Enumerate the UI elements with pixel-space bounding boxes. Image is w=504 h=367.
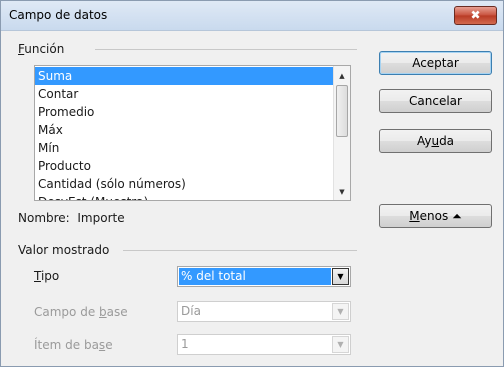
- function-listbox[interactable]: Suma Contar Promedio Máx Mín Producto Ca…: [34, 65, 351, 201]
- scroll-down-icon[interactable]: ▼: [334, 184, 350, 200]
- base-item-label: Ítem de base: [34, 338, 113, 352]
- function-list: Suma Contar Promedio Máx Mín Producto Ca…: [35, 67, 334, 200]
- help-button[interactable]: Ayuda: [379, 129, 492, 153]
- close-icon: ✖: [470, 8, 481, 22]
- list-item-contar[interactable]: Contar: [35, 85, 334, 103]
- base-field-combobox-value: Día: [181, 304, 201, 318]
- title-bar: Campo de datos ✖: [1, 1, 503, 31]
- name-row: Nombre: Importe: [18, 211, 125, 225]
- function-group-label: Función: [18, 42, 65, 56]
- displayed-value-group-label: Valor mostrado: [18, 243, 110, 257]
- double-chevron-up-icon: ⏶: [452, 209, 462, 223]
- type-label: Tipo: [34, 269, 60, 283]
- scroll-up-icon[interactable]: ▲: [334, 68, 350, 84]
- window-title: Campo de datos: [9, 8, 108, 22]
- list-item-producto[interactable]: Producto: [35, 157, 334, 175]
- scrollbar-thumb[interactable]: [336, 85, 348, 137]
- base-item-combobox-value: 1: [181, 337, 189, 351]
- type-combobox-value: % del total: [179, 268, 331, 285]
- function-list-scrollbar[interactable]: ▲ ▼: [333, 66, 350, 200]
- chevron-down-icon[interactable]: ▼: [332, 303, 349, 320]
- list-item-min[interactable]: Mín: [35, 139, 334, 157]
- accept-button[interactable]: Aceptar: [379, 51, 492, 75]
- list-item-max[interactable]: Máx: [35, 121, 334, 139]
- base-field-combobox[interactable]: Día ▼: [177, 301, 351, 322]
- list-item-cantidad[interactable]: Cantidad (sólo números): [35, 175, 334, 193]
- chevron-down-icon[interactable]: ▼: [332, 336, 349, 353]
- chevron-down-icon[interactable]: ▼: [332, 268, 349, 285]
- list-item-desvest[interactable]: DesvEst (Muestra): [35, 193, 334, 200]
- dialog-window: Campo de datos ✖ Función Suma Contar Pro…: [0, 0, 504, 367]
- name-label: Nombre:: [18, 211, 70, 225]
- displayed-value-group-divider: [123, 250, 357, 251]
- close-button[interactable]: ✖: [454, 6, 497, 25]
- function-group-divider: [95, 49, 357, 50]
- cancel-button[interactable]: Cancelar: [379, 89, 492, 113]
- base-field-label: Campo de base: [34, 305, 128, 319]
- list-item-suma[interactable]: Suma: [35, 67, 334, 85]
- name-value: Importe: [77, 211, 125, 225]
- list-item-promedio[interactable]: Promedio: [35, 103, 334, 121]
- base-item-combobox[interactable]: 1 ▼: [177, 334, 351, 355]
- type-combobox[interactable]: % del total ▼: [177, 266, 351, 287]
- less-button[interactable]: Menos ⏶: [379, 204, 492, 228]
